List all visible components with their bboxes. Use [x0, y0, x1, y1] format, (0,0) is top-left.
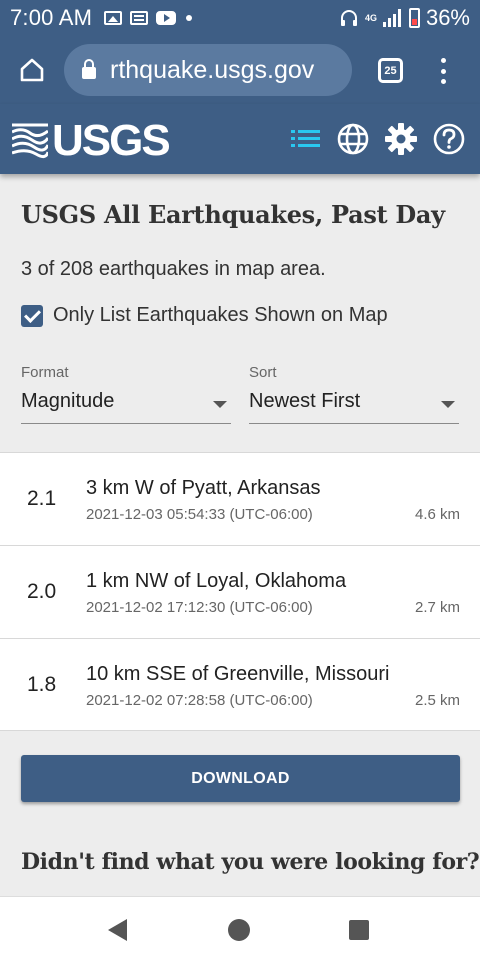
news-notification-icon	[130, 11, 149, 25]
gear-icon[interactable]	[384, 122, 418, 156]
tab-switcher-button[interactable]: 25	[378, 58, 403, 83]
earthquake-row[interactable]: 1.8 10 km SSE of Greenville, Missouri 20…	[0, 638, 480, 731]
only-list-shown-checkbox-row[interactable]: Only List Earthquakes Shown on Map	[21, 304, 388, 327]
location: 10 km SSE of Greenville, Missouri	[86, 663, 390, 685]
download-button[interactable]: DOWNLOAD	[21, 755, 460, 802]
signal-icon	[382, 9, 403, 27]
globe-icon[interactable]	[336, 122, 370, 156]
system-nav-bar	[0, 896, 480, 960]
location: 3 km W of Pyatt, Arkansas	[86, 477, 321, 499]
url-text: rthquake.usgs.gov	[110, 55, 315, 84]
status-time: 7:00 AM	[10, 5, 93, 30]
earthquake-count: 3 of 208 earthquakes in map area.	[21, 258, 326, 280]
status-bar: 7:00 AM 4G 36%	[0, 0, 480, 36]
help-heading: Didn't find what you were looking for?	[21, 849, 480, 875]
event-time: 2021-12-02 17:12:30 (UTC-06:00)	[86, 599, 313, 616]
youtube-notification-icon	[156, 11, 177, 25]
format-select[interactable]: Format Magnitude	[21, 364, 231, 424]
help-icon[interactable]	[432, 122, 466, 156]
magnitude: 1.8	[27, 673, 57, 696]
battery-icon	[408, 8, 420, 28]
location: 1 km NW of Loyal, Oklahoma	[86, 570, 347, 592]
magnitude: 2.1	[27, 487, 57, 510]
page-title: USGS All Earthquakes, Past Day	[21, 200, 445, 229]
home-icon	[20, 58, 44, 82]
sort-select[interactable]: Sort Newest First	[249, 364, 459, 424]
headphones-icon	[340, 10, 357, 26]
sort-label: Sort	[249, 364, 277, 381]
format-value: Magnitude	[21, 390, 115, 412]
format-label: Format	[21, 364, 69, 381]
magnitude: 2.0	[27, 580, 57, 603]
event-time: 2021-12-03 05:54:33 (UTC-06:00)	[86, 506, 313, 523]
earthquake-row[interactable]: 2.1 3 km W of Pyatt, Arkansas 2021-12-03…	[0, 452, 480, 545]
only-list-shown-checkbox[interactable]	[21, 304, 43, 327]
depth: 2.7 km	[414, 599, 460, 616]
lock-icon	[82, 59, 96, 79]
event-time: 2021-12-02 07:28:58 (UTC-06:00)	[86, 692, 313, 709]
earthquake-row[interactable]: 2.0 1 km NW of Loyal, Oklahoma 2021-12-0…	[0, 545, 480, 638]
browser-toolbar: rthquake.usgs.gov 25	[0, 36, 480, 104]
back-icon[interactable]	[108, 919, 127, 941]
earthquake-list: 2.1 3 km W of Pyatt, Arkansas 2021-12-03…	[0, 452, 480, 731]
battery-percent: 36%	[425, 5, 470, 30]
home-circle-icon[interactable]	[228, 919, 250, 941]
list-icon[interactable]	[289, 122, 323, 156]
network-type: 4G	[364, 12, 377, 23]
address-bar[interactable]: rthquake.usgs.gov	[64, 44, 352, 96]
dropdown-caret-icon	[213, 401, 227, 408]
depth: 4.6 km	[414, 506, 460, 523]
depth: 2.5 km	[414, 692, 460, 709]
usgs-wave-icon	[12, 123, 48, 159]
dropdown-caret-icon	[441, 401, 455, 408]
home-button[interactable]	[0, 36, 64, 104]
sort-value: Newest First	[249, 390, 361, 412]
checkbox-label: Only List Earthquakes Shown on Map	[53, 304, 388, 326]
usgs-header: USGS	[0, 104, 480, 174]
gallery-notification-icon	[104, 11, 123, 25]
more-notifications-icon	[186, 15, 193, 21]
recent-apps-icon[interactable]	[349, 920, 369, 940]
usgs-logo[interactable]: USGS	[12, 119, 171, 163]
browser-menu-button[interactable]	[436, 56, 450, 86]
